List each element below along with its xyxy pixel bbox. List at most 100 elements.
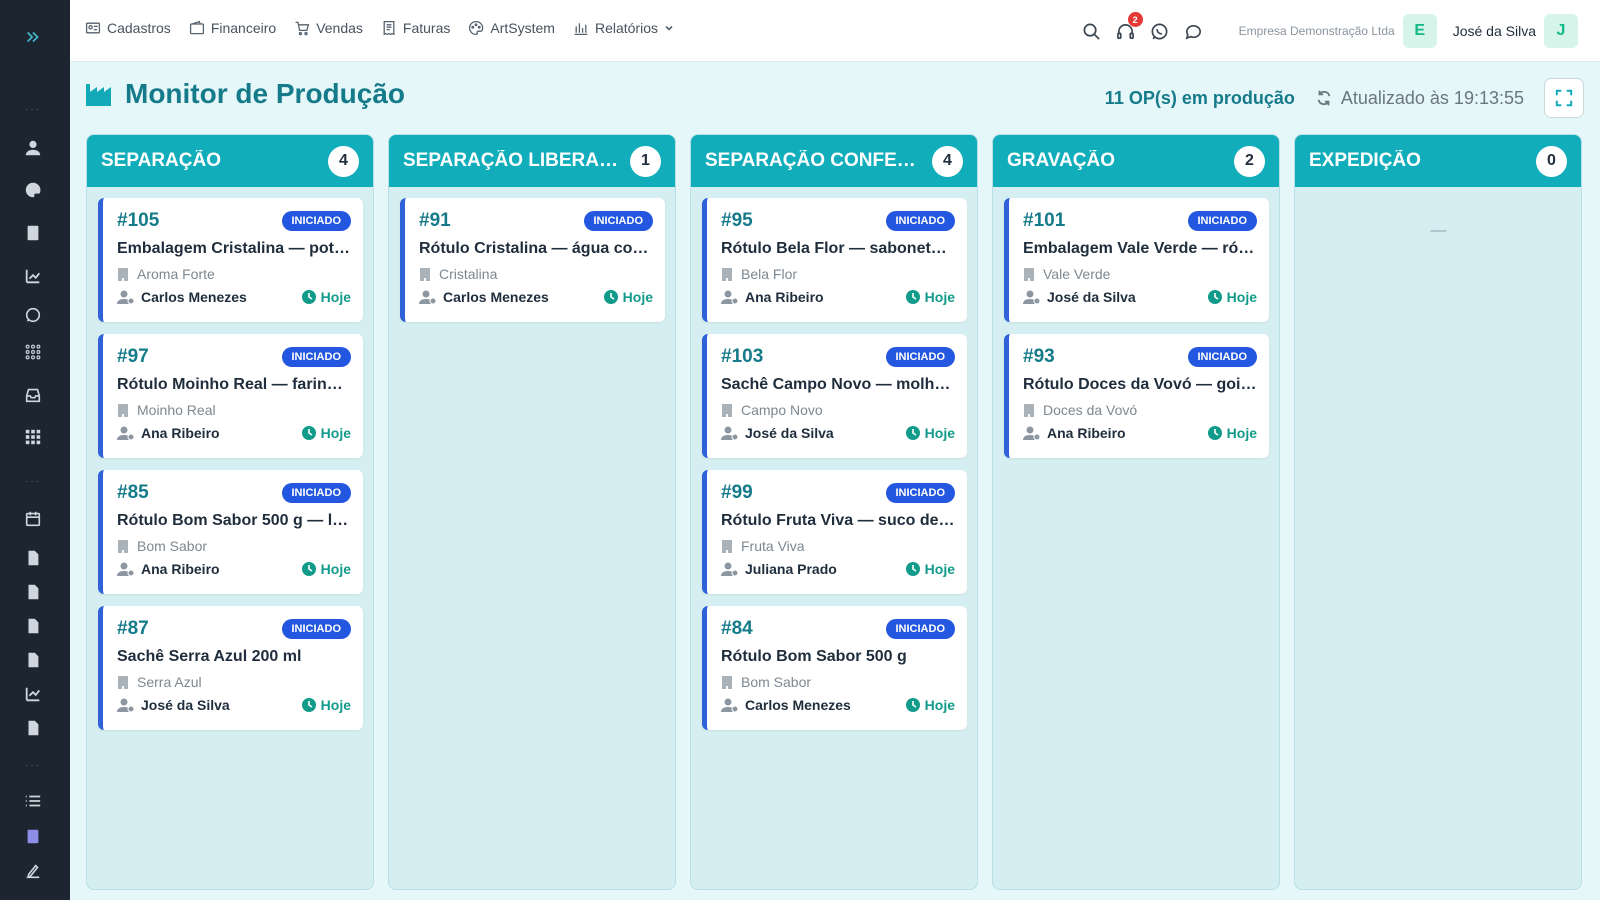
column-count: 2 [1234, 145, 1265, 177]
order-id: #101 [1023, 210, 1066, 231]
whatsapp-icon[interactable] [22, 304, 44, 326]
status-badge: INICIADO [885, 483, 955, 503]
production-card[interactable]: #85 INICIADO Rótulo Bom Sabor 500 g — li… [98, 470, 363, 594]
production-card[interactable]: #84 INICIADO Rótulo Bom Sabor 500 g Bom … [702, 606, 967, 730]
order-id: #87 [117, 618, 149, 639]
nav-artsystem[interactable]: ArtSystem [468, 20, 555, 36]
inbox-icon[interactable] [22, 384, 44, 406]
production-card[interactable]: #103 INICIADO Sachê Campo Novo — molho d… [702, 334, 967, 458]
expand-icon [1555, 89, 1573, 107]
grid-dots-icon[interactable] [22, 341, 44, 363]
production-card[interactable]: #93 INICIADO Rótulo Doces da Vovó — goia… [1004, 334, 1269, 458]
due-label: Hoje [924, 289, 955, 305]
apps-icon[interactable] [22, 426, 44, 448]
production-card[interactable]: #91 INICIADO Rótulo Cristalina — água co… [400, 198, 665, 322]
client: Vale Verde [1023, 266, 1257, 282]
clock-icon [301, 426, 316, 440]
production-card[interactable]: #95 INICIADO Rótulo Bela Flor — sabonete… [702, 198, 967, 322]
line-chart-icon[interactable] [22, 683, 44, 705]
client-name: Bela Flor [741, 266, 798, 282]
refresh-icon [1317, 90, 1331, 106]
list-icon[interactable] [22, 790, 44, 812]
card-title: Rótulo Fruta Viva — suco de uva [721, 512, 955, 529]
nav-label: Cadastros [107, 20, 171, 36]
signature-icon[interactable] [22, 860, 44, 882]
responsible-name: Ana Ribeiro [745, 289, 824, 305]
headset-icon[interactable]: 2 [1115, 12, 1143, 42]
responsible: Ana Ribeiro [117, 561, 220, 577]
responsible-name: José da Silva [141, 697, 230, 713]
chat-icon[interactable] [1183, 20, 1205, 42]
nav-financeiro[interactable]: Financeiro [189, 20, 276, 36]
clock-icon [905, 426, 920, 440]
document-icon[interactable] [22, 649, 44, 671]
company-name[interactable]: Empresa Demonstração Ltda [1239, 24, 1395, 38]
kanban-board: SEPARAÇÃO 4 #105 INICIADO Embalagem Cris… [86, 134, 1582, 890]
due-date: Hoje [603, 289, 653, 305]
nav-faturas[interactable]: Faturas [381, 20, 450, 36]
document-icon[interactable] [22, 717, 44, 739]
card-title: Rótulo Bom Sabor 500 g — linha premium [117, 512, 351, 529]
client-name: Fruta Viva [741, 538, 805, 554]
factory-icon [86, 84, 111, 106]
refresh-status[interactable]: Atualizado às 19:13:55 [1315, 88, 1524, 109]
column-title: SEPARAÇÃO LIBERAÇÃO [403, 150, 623, 171]
due-label: Hoje [320, 289, 351, 305]
user-avatar[interactable]: J [1544, 14, 1578, 48]
updated-time: Atualizado às 19:13:55 [1340, 87, 1524, 108]
client: Aroma Forte [117, 266, 351, 282]
user-gear-icon [117, 562, 135, 576]
book-icon[interactable] [22, 222, 44, 244]
chart-up-icon[interactable] [22, 265, 44, 287]
status-badge: INICIADO [885, 347, 955, 367]
nav-label: ArtSystem [490, 20, 555, 36]
building-icon [118, 403, 128, 417]
clipboard-icon[interactable] [22, 825, 44, 847]
sidebar-separator: ··· [25, 104, 41, 115]
user-gear-icon [419, 290, 437, 304]
due-label: Hoje [924, 561, 955, 577]
clock-icon [301, 698, 316, 712]
user-gear-icon [721, 562, 739, 576]
search-icon[interactable] [1081, 20, 1103, 42]
responsible-name: José da Silva [1047, 289, 1136, 305]
card-title: Rótulo Moinho Real — farinha de trigo [117, 376, 351, 393]
user-name[interactable]: José da Silva [1453, 23, 1536, 39]
building-icon [722, 403, 732, 417]
column-header: SEPARAÇÃO LIBERAÇÃO 1 [389, 135, 675, 187]
calendar-icon[interactable] [22, 508, 44, 530]
document-icon[interactable] [22, 581, 44, 603]
nav-cadastros[interactable]: Cadastros [85, 20, 171, 36]
nav-relatorios[interactable]: Relatórios [573, 20, 674, 36]
document-icon[interactable] [22, 615, 44, 637]
whatsapp-icon[interactable] [1149, 20, 1171, 42]
card-title: Sachê Campo Novo — molho de tomate [721, 376, 955, 393]
due-date: Hoje [301, 697, 351, 713]
fullscreen-button[interactable] [1544, 78, 1584, 118]
production-card[interactable]: #97 INICIADO Rótulo Moinho Real — farinh… [98, 334, 363, 458]
client-name: Doces da Vovó [1043, 402, 1138, 418]
document-icon[interactable] [22, 547, 44, 569]
column-title: SEPARAÇÃO CONFERÊNCIA [705, 150, 925, 171]
palette-icon[interactable] [22, 179, 44, 201]
top-bar: Cadastros Financeiro Vendas Faturas ArtS… [70, 0, 1600, 62]
production-card[interactable]: #105 INICIADO Embalagem Cristalina — pot… [98, 198, 363, 322]
card-title: Sachê Serra Azul 200 ml [117, 648, 302, 665]
due-label: Hoje [1226, 425, 1257, 441]
column-count: 1 [630, 145, 661, 177]
company-avatar[interactable]: E [1402, 14, 1437, 48]
column-body: — [1295, 187, 1581, 240]
bar-chart-icon [574, 23, 588, 36]
expand-sidebar-icon[interactable] [22, 26, 44, 48]
users-icon[interactable] [22, 137, 44, 159]
nav-vendas[interactable]: Vendas [294, 20, 363, 36]
user-gear-icon [721, 290, 739, 304]
production-card[interactable]: #87 INICIADO Sachê Serra Azul 200 ml Ser… [98, 606, 363, 730]
order-id: #99 [721, 482, 753, 503]
production-card[interactable]: #99 INICIADO Rótulo Fruta Viva — suco de… [702, 470, 967, 594]
header-actions: 11 OP(s) em produção Atualizado às 19:13… [1105, 78, 1584, 118]
production-card[interactable]: #101 INICIADO Embalagem Vale Verde — rót… [1004, 198, 1269, 322]
order-id: #91 [419, 210, 451, 231]
client: Bela Flor [721, 266, 955, 282]
page-header: Monitor de Produção [85, 78, 405, 110]
